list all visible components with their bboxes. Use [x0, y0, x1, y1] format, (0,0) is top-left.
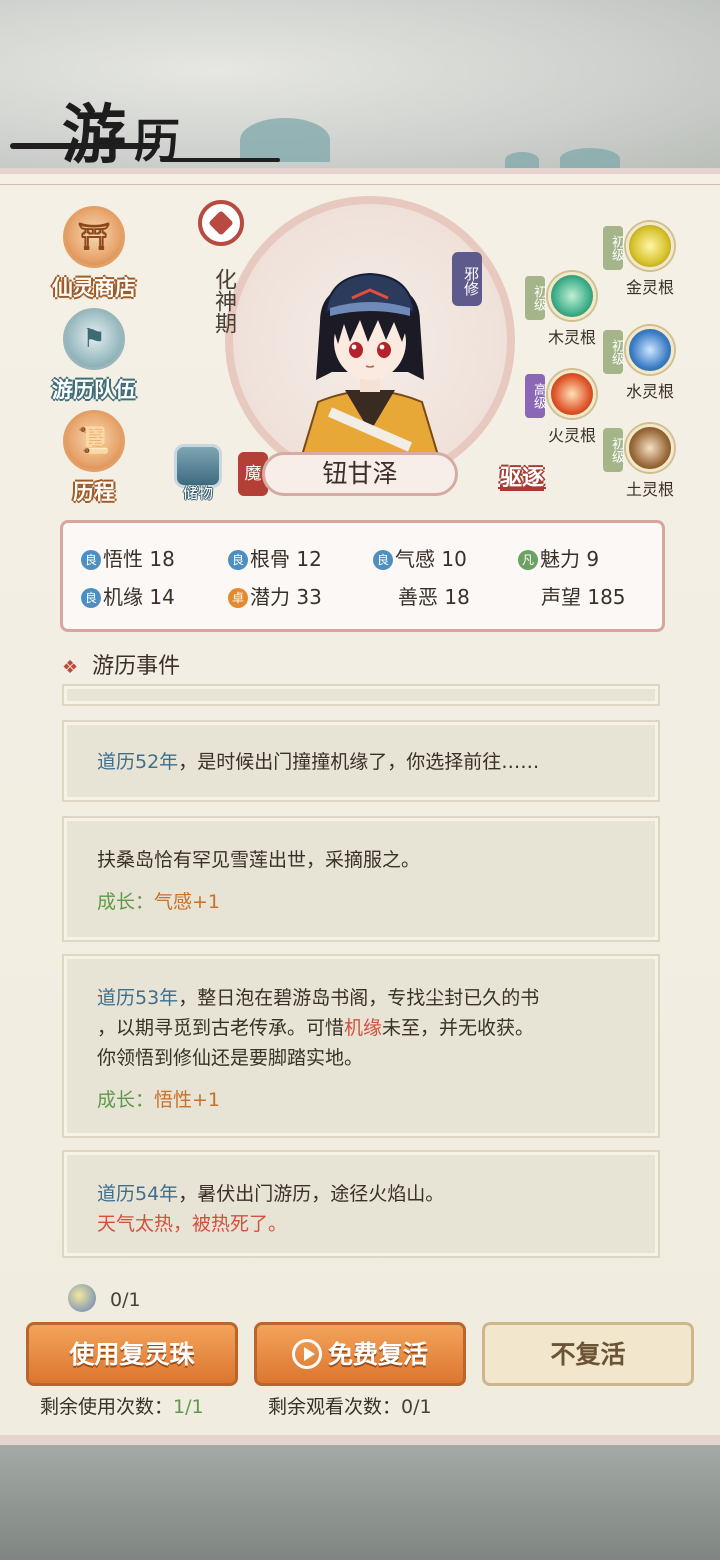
- spirit-root-water[interactable]: 初级 水灵根: [603, 326, 695, 402]
- cloud-decoration: [505, 152, 539, 168]
- spirit-root-earth[interactable]: 初级 土灵根: [603, 424, 695, 500]
- stat-gengu: 良根骨 12: [228, 543, 322, 572]
- use-pearl-button[interactable]: 使用复灵珠: [26, 1322, 238, 1386]
- stat-qigan: 良气感 10: [373, 543, 467, 572]
- grade-tag: 卓: [228, 588, 248, 608]
- events-section-title: ❖ 游历事件: [62, 654, 181, 679]
- title-main: 游: [62, 98, 128, 173]
- side-item-team[interactable]: ⚑ 游历队伍: [46, 308, 142, 404]
- diamond-icon: ❖: [62, 657, 79, 678]
- water-root-icon: [626, 326, 674, 374]
- realm-label: 化神期: [211, 268, 236, 334]
- character-name: 钮甘泽: [262, 452, 458, 496]
- remaining-watches: 剩余观看次数：0/1: [268, 1396, 432, 1418]
- cloud-decoration: [240, 118, 330, 162]
- grade-tag: 凡: [518, 550, 538, 570]
- event-card: 扶桑岛恰有罕见雪莲出世，采摘服之。 成长：气感+1: [64, 818, 658, 940]
- storage-button[interactable]: 储物: [170, 444, 226, 503]
- side-item-journey[interactable]: 📜 历程: [46, 410, 142, 506]
- title-second: 历: [134, 114, 182, 168]
- event-card: 道历54年，暑伏出门游历，途径火焰山。 天气太热，被热死了。: [64, 1152, 658, 1256]
- stat-wuxing: 良悟性 18: [81, 543, 175, 572]
- page-title: 游历: [62, 84, 182, 176]
- root-level-tag: 初级: [525, 276, 546, 320]
- root-level-tag: 初级: [603, 428, 624, 472]
- free-revive-button[interactable]: 免费复活: [254, 1322, 466, 1386]
- side-label-journey: 历程: [73, 480, 115, 504]
- stat-qianli: 卓潜力 33: [228, 581, 322, 610]
- no-revive-button[interactable]: 不复活: [482, 1322, 694, 1386]
- grade-tag: 良: [81, 588, 101, 608]
- character-portrait[interactable]: [290, 262, 450, 462]
- grade-tag: 良: [373, 550, 393, 570]
- attributes-panel: 良悟性 18 良根骨 12 良气感 10 凡魅力 9 良机缘 14 卓潜力 33…: [60, 520, 665, 632]
- stat-jiyuan: 良机缘 14: [81, 581, 175, 610]
- spirit-root-metal[interactable]: 初级 金灵根: [603, 222, 695, 298]
- realm-emblem-icon: [198, 200, 244, 246]
- root-level-tag: 初级: [603, 330, 624, 374]
- event-card: 道历52年，是时候出门撞撞机缘了，你选择前往……: [64, 722, 658, 800]
- wood-root-icon: [548, 272, 596, 320]
- play-icon: [291, 1339, 322, 1369]
- stat-shengwang: 声望 185: [541, 585, 626, 609]
- event-card: 道历53年，整日泡在碧游岛书阁，专找尘封已久的书 ，以期寻觅到古老传承。可惜机缘…: [64, 956, 658, 1136]
- side-item-shop[interactable]: ⛩ 仙灵商店: [46, 206, 142, 302]
- remaining-uses: 剩余使用次数：1/1: [40, 1396, 204, 1418]
- storage-label: 储物: [182, 484, 213, 502]
- event-card-partial: [64, 686, 658, 704]
- earth-root-icon: [626, 424, 674, 472]
- scroll-icon: 📜: [63, 410, 125, 472]
- root-name: 土灵根: [625, 480, 674, 499]
- revive-pearl-icon: [68, 1284, 96, 1312]
- side-label-shop: 仙灵商店: [52, 276, 136, 300]
- cloud-decoration: [560, 148, 620, 170]
- shop-icon: ⛩: [63, 206, 125, 268]
- team-flag-icon: ⚑: [63, 308, 125, 370]
- root-level-tag: 高级: [525, 374, 546, 418]
- stat-shane: 善恶 18: [398, 585, 470, 609]
- expel-button[interactable]: 驱逐: [500, 460, 544, 492]
- side-label-team: 游历队伍: [52, 378, 136, 402]
- grade-tag: 良: [81, 550, 101, 570]
- grade-tag: 良: [228, 550, 248, 570]
- root-name: 水灵根: [625, 382, 674, 401]
- root-level-tag: 初级: [603, 226, 624, 270]
- sect-tag: 邪修: [452, 252, 482, 306]
- root-name: 金灵根: [625, 278, 674, 297]
- metal-root-icon: [626, 222, 674, 270]
- revive-pearl-count: 0/1: [68, 1284, 141, 1312]
- stat-meili: 凡魅力 9: [518, 543, 599, 572]
- fire-root-icon: [548, 370, 596, 418]
